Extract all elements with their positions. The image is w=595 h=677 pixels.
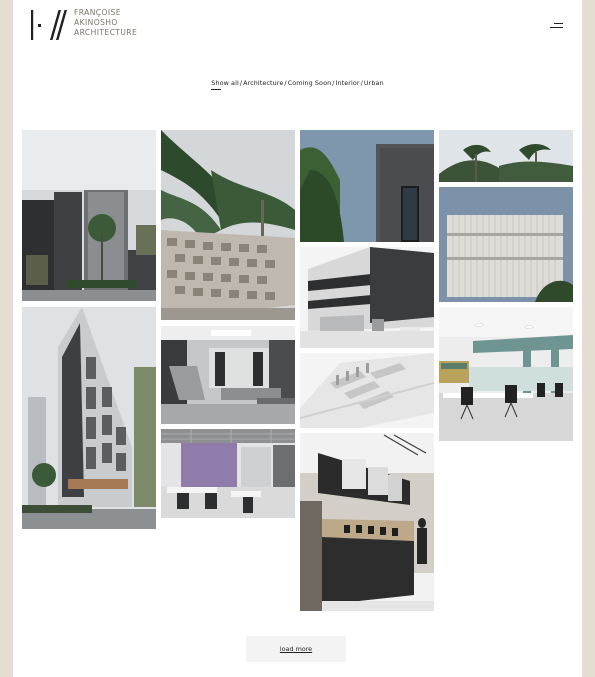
menu-icon-line [554,23,563,25]
portfolio-item[interactable] [300,353,434,428]
filter-coming-soon[interactable]: Coming Soon [288,79,332,87]
portfolio-item[interactable] [439,130,573,182]
page-container: FRANÇOISE AKINOSHO ARCHITECTURE Show all… [13,0,582,677]
filter-separator: / [284,79,287,87]
lounge-interior-thumbnail [161,326,295,424]
filter-separator: / [332,79,335,87]
office-interior-thumbnail [161,429,295,518]
brand-line-3: ARCHITECTURE [74,28,138,37]
site-plan-render-thumbnail [300,353,434,428]
brand-line-2: AKINOSHO [74,18,118,27]
residential-tower-thumbnail [22,307,156,529]
filter-separator: / [239,79,243,87]
portfolio-item[interactable] [22,307,156,529]
logo-monogram-icon [31,10,67,40]
portfolio-item[interactable] [439,307,573,441]
palm-trees-thumbnail [439,130,573,182]
brand-logo[interactable]: FRANÇOISE AKINOSHO ARCHITECTURE [30,8,140,42]
portfolio-item[interactable] [300,247,434,348]
portfolio-item[interactable] [161,130,295,320]
brand-name: FRANÇOISE AKINOSHO ARCHITECTURE [74,8,137,38]
brand-line-1: FRANÇOISE [74,8,121,17]
portfolio-item[interactable] [300,433,434,611]
portfolio-filter-bar: Show all/Architecture/Coming Soon/Interi… [13,79,582,91]
filter-separator: / [360,79,363,87]
filter-interior[interactable]: Interior [336,79,360,87]
facade-blue-sky-thumbnail [300,130,434,242]
open-office-thumbnail [439,307,573,441]
breeze-block-wall-thumbnail [161,130,295,320]
modern-house-thumbnail [22,130,156,301]
menu-button[interactable] [549,20,563,30]
louvered-building-thumbnail [439,187,573,302]
apartment-block-thumbnail [300,247,434,348]
filter-urban[interactable]: Urban [364,79,384,87]
filter-show-all[interactable]: Show all [211,79,239,91]
portfolio-item[interactable] [161,326,295,424]
portfolio-item[interactable] [22,130,156,301]
reception-desk-thumbnail [300,433,434,611]
portfolio-item[interactable] [300,130,434,242]
portfolio-item[interactable] [439,187,573,302]
filter-architecture[interactable]: Architecture [243,79,283,87]
menu-icon-line [550,26,563,28]
portfolio-item[interactable] [161,429,295,518]
load-more-button[interactable]: load more [246,636,346,662]
